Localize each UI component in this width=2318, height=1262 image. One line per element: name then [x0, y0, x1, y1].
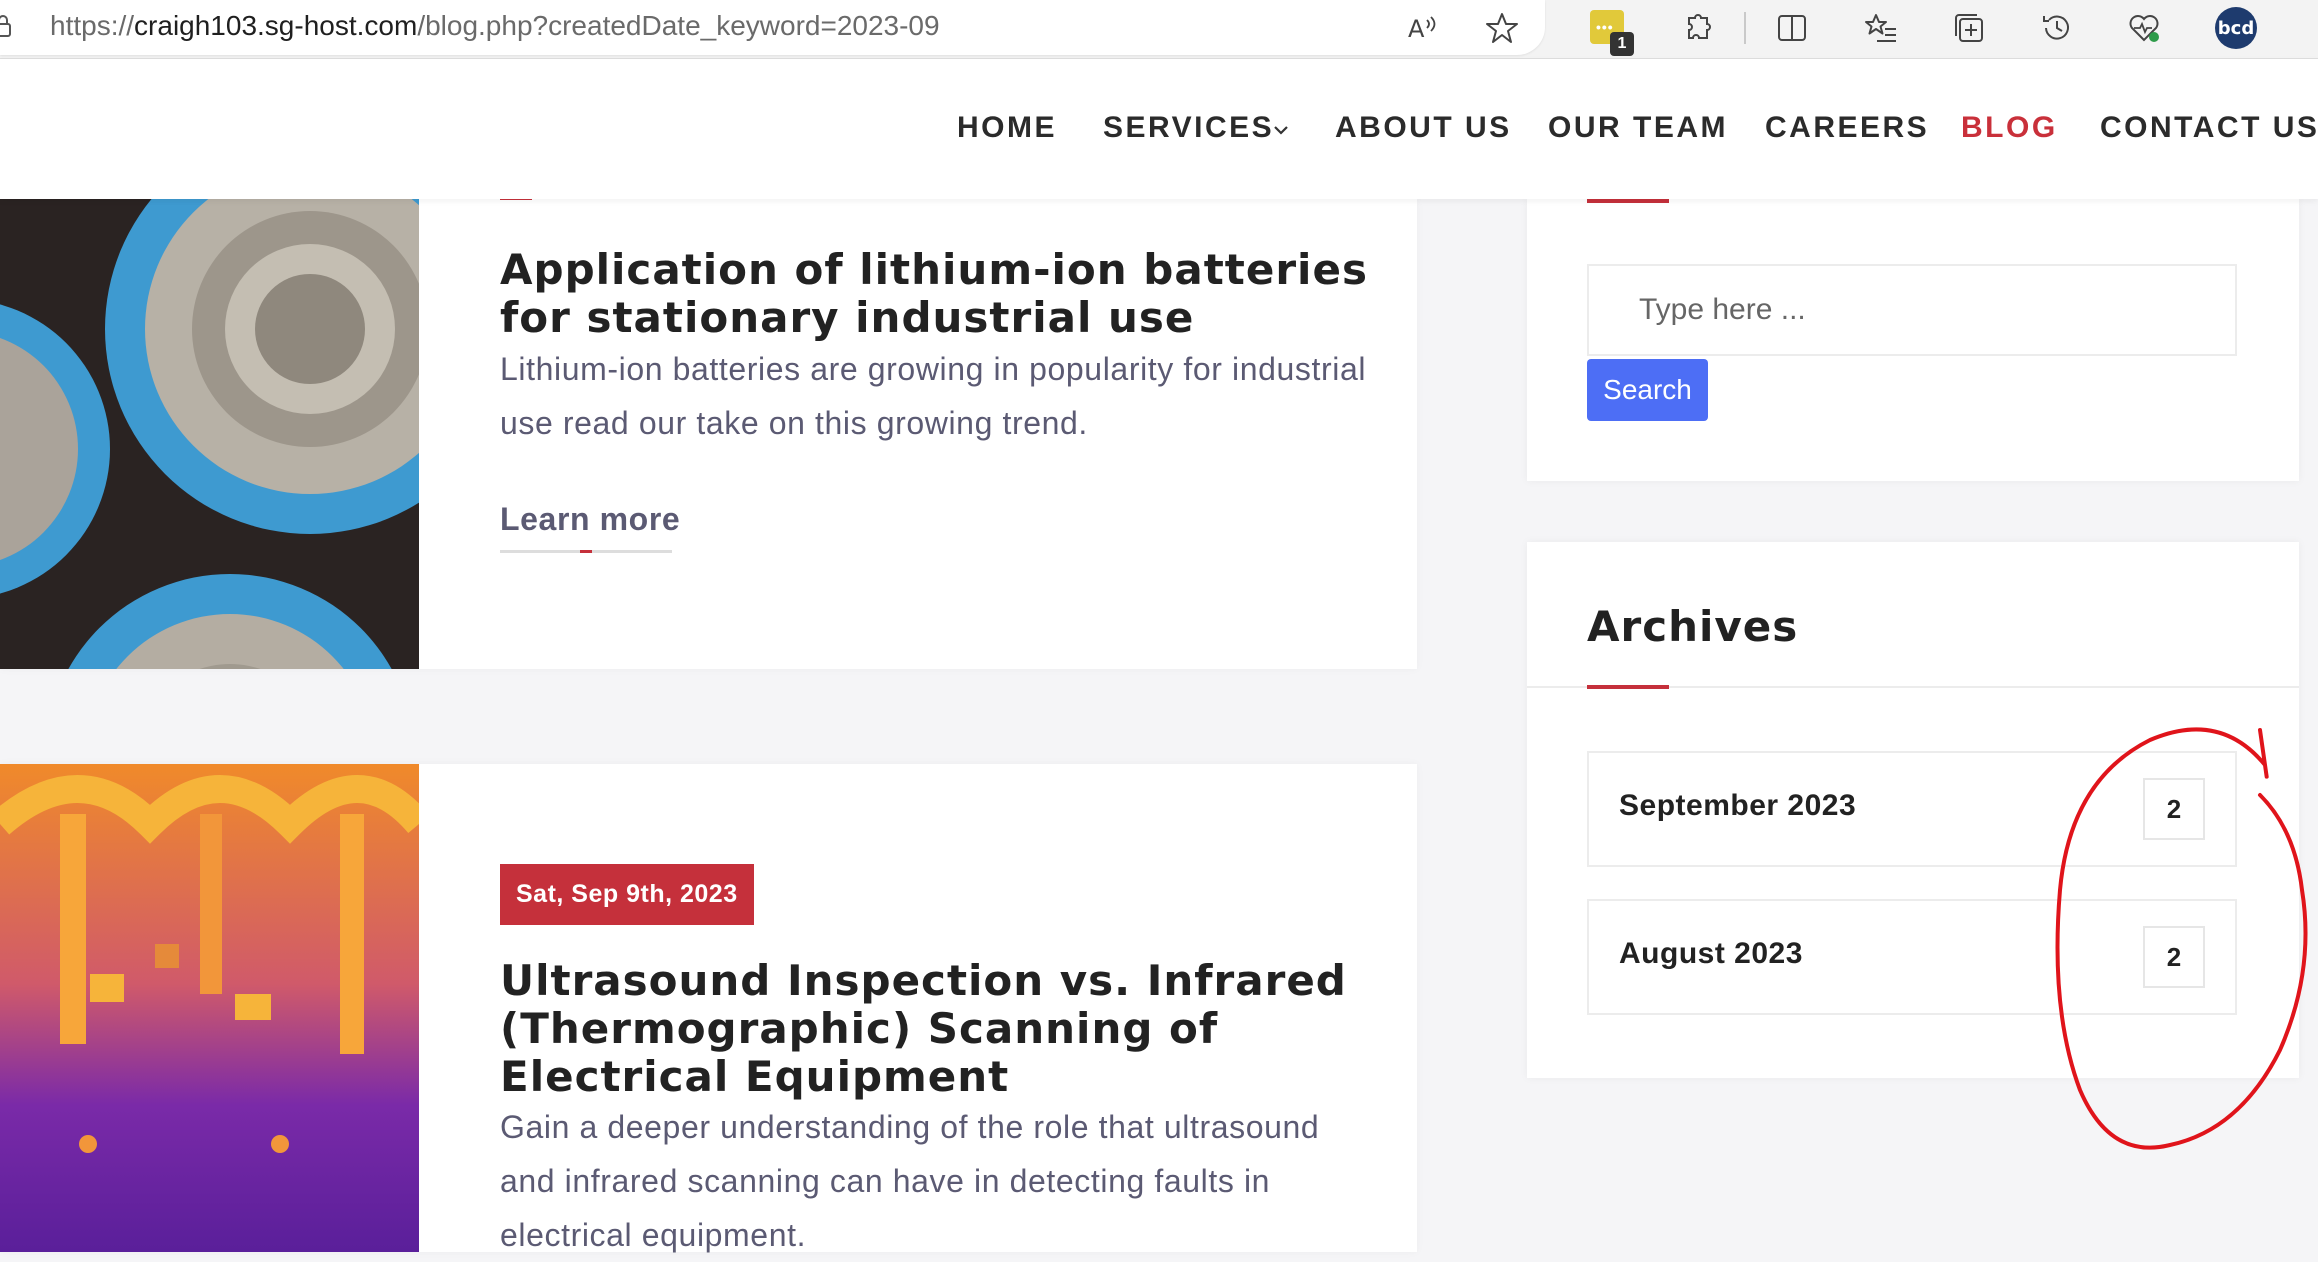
extension-badge-count: 1 [1610, 32, 1634, 56]
widget-title-underline [1587, 199, 1669, 203]
extension-badge-icon[interactable]: ••• 1 [1590, 10, 1634, 56]
profile-avatar[interactable]: bcd [2215, 7, 2257, 49]
nav-about-us[interactable]: ABOUT US [1335, 111, 1512, 145]
archive-item-august-2023[interactable]: August 2023 2 [1587, 899, 2237, 1015]
chevron-down-icon[interactable] [1272, 121, 1290, 139]
read-aloud-icon[interactable]: A [1403, 8, 1443, 48]
extensions-puzzle-icon[interactable] [1677, 8, 1717, 48]
collections-icon[interactable] [1949, 8, 1989, 48]
link-underline [500, 550, 672, 553]
nav-careers[interactable]: CAREERS [1765, 111, 1929, 145]
post-excerpt: Lithium-ion batteries are growing in pop… [500, 351, 1367, 441]
nav-contact-us[interactable]: CONTACT US [2100, 111, 2318, 145]
page-info-icon[interactable] [0, 14, 12, 38]
post-date-badge: Sat, Sep 9th, 2023 [500, 864, 754, 925]
learn-more-link[interactable]: Learn more [500, 501, 680, 538]
site-header: HOME SERVICES ABOUT US OUR TEAM CAREERS … [0, 59, 2318, 199]
widget-title-underline [1587, 685, 1669, 689]
post-title[interactable]: Application of lithium-ion batteries for… [500, 246, 1380, 342]
favorite-star-icon[interactable] [1482, 8, 1522, 48]
url-text[interactable]: https://craigh103.sg-host.com/blog.php?c… [50, 10, 940, 42]
svg-text:A: A [1408, 15, 1425, 43]
browser-toolbar: https://craigh103.sg-host.com/blog.php?c… [0, 0, 2318, 59]
archives-widget: Archives September 2023 2 August 2023 2 [1527, 542, 2299, 1078]
nav-blog[interactable]: BLOG [1961, 111, 2058, 145]
archive-label: August 2023 [1619, 937, 1803, 970]
toolbar-separator [1744, 12, 1746, 44]
address-bar[interactable]: https://craigh103.sg-host.com/blog.php?c… [0, 0, 1545, 55]
history-icon[interactable] [2037, 8, 2077, 48]
search-button[interactable]: Search [1587, 359, 1708, 421]
post-thumbnail[interactable] [0, 199, 419, 669]
post-title[interactable]: Ultrasound Inspection vs. Infrared (Ther… [500, 957, 1380, 1101]
split-screen-icon[interactable] [1772, 8, 1812, 48]
blog-post-card: Sat, Sep 9th, 2023 Ultrasound Inspection… [0, 764, 1417, 1253]
search-input[interactable] [1587, 264, 2237, 356]
archive-label: September 2023 [1619, 789, 1857, 822]
archive-count-badge: 2 [2143, 926, 2205, 988]
archives-title: Archives [1587, 602, 1799, 651]
post-thumbnail[interactable] [0, 764, 419, 1252]
archive-item-september-2023[interactable]: September 2023 2 [1587, 751, 2237, 867]
blog-post-card: Application of lithium-ion batteries for… [0, 139, 1417, 669]
favorites-list-icon[interactable] [1861, 8, 1901, 48]
nav-our-team[interactable]: OUR TEAM [1548, 111, 1728, 145]
post-excerpt: Gain a deeper understanding of the role … [500, 1109, 1320, 1253]
nav-home[interactable]: HOME [957, 111, 1057, 145]
search-widget: Search [1527, 199, 2299, 481]
browser-health-icon[interactable] [2124, 8, 2164, 48]
nav-services[interactable]: SERVICES [1103, 111, 1274, 145]
archive-count-badge: 2 [2143, 778, 2205, 840]
